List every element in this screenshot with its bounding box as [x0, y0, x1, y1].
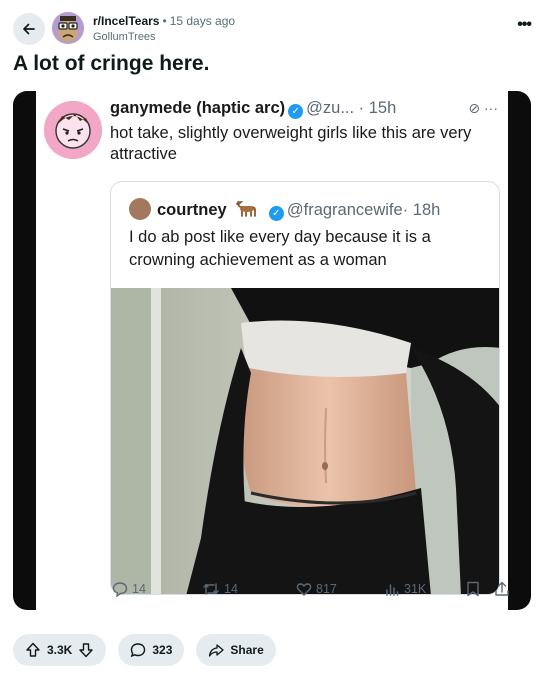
post-author[interactable]: GollumTrees	[93, 31, 156, 43]
arrow-left-icon	[23, 23, 35, 35]
vote-count: 3.3K	[47, 643, 73, 657]
bar-chart-icon	[386, 584, 399, 596]
share-label: Share	[230, 643, 264, 657]
post-action-bar: 3.3K 323 Share	[13, 634, 276, 666]
tweet-actions: 14 14 817 31K	[110, 581, 510, 605]
quoted-tweet: courtney ✓ @fragrancewife· 18h I do ab po…	[110, 181, 500, 595]
quote-handle: @fragrancewife	[286, 201, 403, 219]
post-time: 15 days ago	[169, 14, 236, 28]
like-stat: 817	[296, 581, 337, 597]
subreddit-name[interactable]: r/IncelTears	[93, 14, 159, 28]
separator-dot: •	[162, 14, 167, 28]
bookmark-stat	[466, 581, 480, 597]
tweet-time: · 15h	[358, 99, 397, 117]
quote-header: courtney ✓ @fragrancewife· 18h	[129, 198, 440, 221]
views-count: 31K	[404, 582, 427, 596]
tweet-display-name: ganymede (haptic arc)	[110, 99, 286, 117]
quote-avatar	[129, 198, 151, 220]
grok-icon: ⊘	[468, 100, 481, 116]
retweet-stat: 14	[202, 581, 238, 597]
reply-icon	[112, 582, 128, 597]
post-header: r/IncelTears • 15 days ago GollumTrees •••	[13, 10, 533, 46]
bookmark-icon	[467, 581, 479, 597]
comment-count: 323	[152, 643, 173, 657]
subreddit-avatar[interactable]	[52, 12, 84, 44]
back-button[interactable]	[13, 13, 45, 45]
comments-button[interactable]: 323	[118, 634, 185, 666]
overflow-menu-button[interactable]: •••	[517, 16, 532, 34]
quote-text: I do ab post like every day because it i…	[129, 228, 431, 269]
post-title: A lot of cringe here.	[13, 52, 210, 75]
post-media[interactable]: ganymede (haptic arc) ✓ @zu... · 15h ⊘ ···…	[13, 91, 531, 610]
gollum-face-icon	[52, 12, 84, 44]
retweet-icon	[203, 583, 219, 595]
like-count: 817	[316, 582, 337, 596]
share-arrow-icon	[209, 644, 225, 657]
share-stat	[494, 581, 510, 597]
heart-icon	[296, 583, 312, 596]
share-button[interactable]: Share	[196, 634, 276, 666]
upload-icon	[495, 581, 509, 596]
photo-image	[111, 288, 499, 594]
tweet-avatar	[44, 101, 102, 159]
tweet-screenshot: ganymede (haptic arc) ✓ @zu... · 15h ⊘ ···…	[36, 91, 510, 610]
subreddit-line: r/IncelTears • 15 days ago	[93, 14, 235, 28]
quote-photo	[111, 288, 499, 594]
avatar-face-icon	[44, 101, 102, 159]
vote-control: 3.3K	[13, 634, 107, 666]
more-dots-icon: ···	[484, 100, 498, 116]
tweet-header: ganymede (haptic arc) ✓ @zu... · 15h	[110, 99, 396, 119]
reply-count: 14	[132, 582, 146, 596]
comment-icon	[131, 643, 146, 658]
tweet-text: hot take, slightly overweight girls like…	[110, 124, 472, 163]
retweet-count: 14	[224, 582, 238, 596]
quote-verified-badge-icon: ✓	[268, 206, 284, 221]
tweet-extra-icons: ⊘ ···	[468, 100, 498, 117]
views-stat: 31K	[384, 581, 426, 597]
verified-badge-icon: ✓	[288, 104, 304, 119]
deer-emoji-icon	[236, 201, 257, 217]
reply-stat: 14	[112, 581, 146, 597]
downvote-icon[interactable]	[78, 642, 94, 658]
tweet-handle: @zu...	[306, 99, 355, 117]
quote-time: · 18h	[402, 201, 441, 219]
upvote-icon[interactable]	[25, 642, 41, 658]
quote-display-name: courtney	[157, 201, 227, 219]
